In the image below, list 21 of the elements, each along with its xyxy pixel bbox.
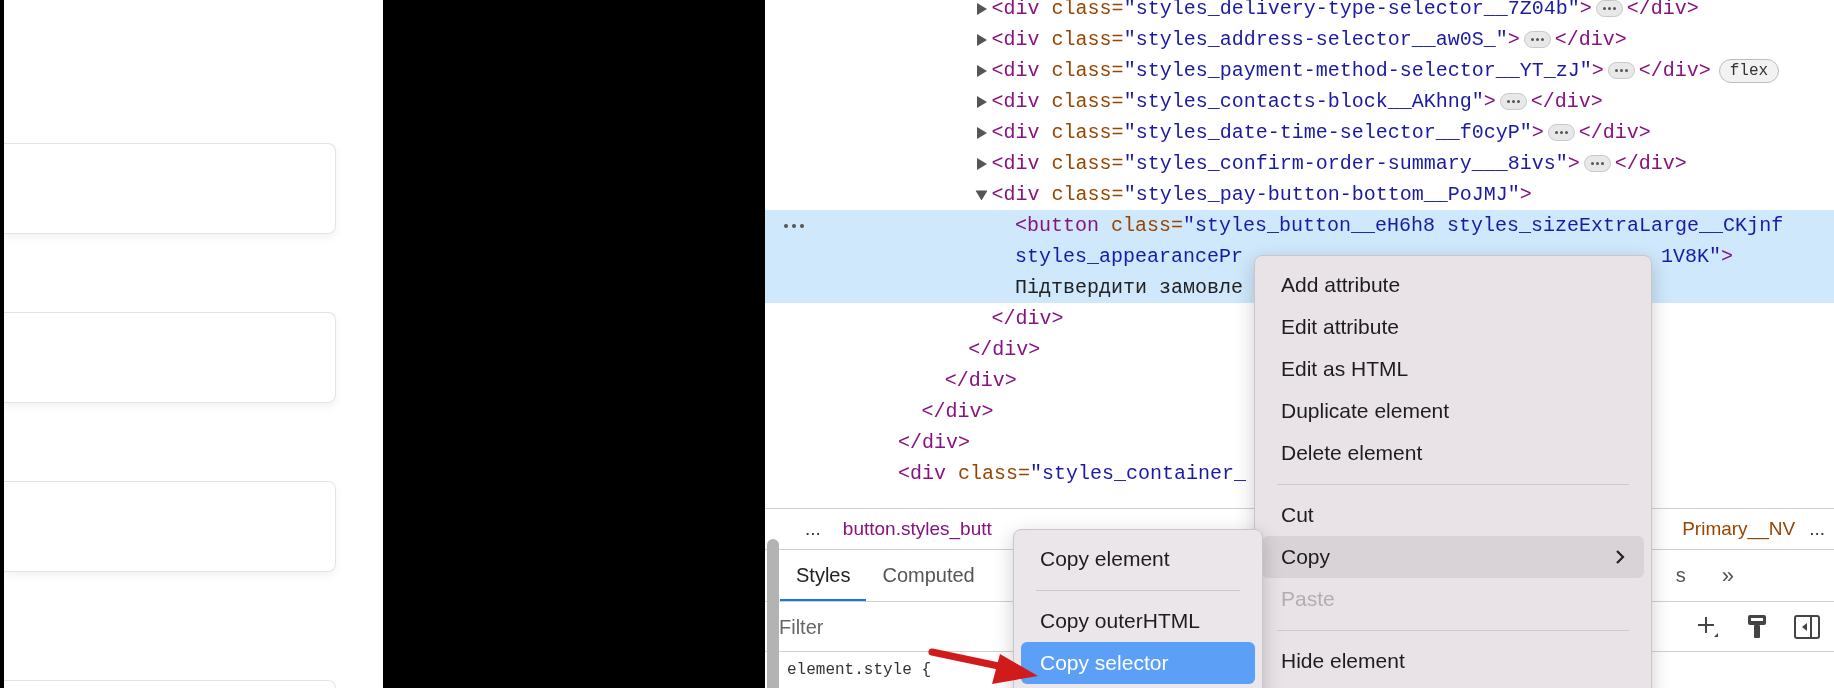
- code-line: <div class="styles_container_: [898, 460, 1247, 487]
- closing-tag: </div>: [1614, 148, 1687, 179]
- code-line: </div>: [944, 367, 1017, 394]
- closing-tag: </div>: [1530, 86, 1603, 117]
- code-line: </div>: [991, 305, 1064, 332]
- closing-tag: </div>: [1578, 117, 1651, 148]
- closing-tag: </div>: [1554, 24, 1627, 55]
- code-line: styles_appearancePr 1V8K">: [1015, 243, 1733, 270]
- code-line: <div class="styles_pay-button-bottom__PoJMJ">: [991, 181, 1532, 208]
- code-line: <div class="styles_contacts-block__AKhng">: [991, 88, 1496, 115]
- code-line: </div>: [898, 429, 970, 456]
- style-rule: element.style {: [787, 660, 932, 681]
- code-line: <div class="styles_payment-method-selector__YT_zJ">: [991, 57, 1604, 84]
- closing-tag: </div>: [1638, 55, 1711, 86]
- code-line: <div class="styles_confirm-order-summary___8ivs">: [991, 150, 1580, 177]
- code-line: </div>: [921, 398, 994, 425]
- code-line: <button class="styles_button__eH6h8 styles_sizeExtraLarge__CKjnf: [1015, 212, 1784, 239]
- code-line: <div class="styles_address-selector__aw0S_">: [991, 26, 1520, 53]
- code-line: Підтвердити замовле: [1015, 274, 1244, 301]
- code-line: <div class="styles_date-time-selector__f0cyP">: [991, 119, 1544, 146]
- code-line: </div>: [968, 336, 1041, 363]
